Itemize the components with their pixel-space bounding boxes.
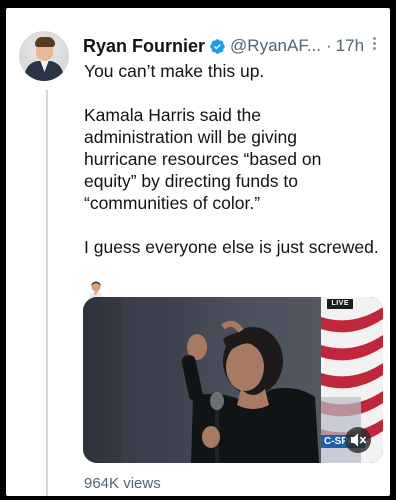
mute-icon[interactable] [345, 427, 371, 453]
verified-badge-icon [210, 38, 225, 54]
author-name[interactable]: Ryan Fournier [83, 36, 205, 57]
author-handle[interactable]: @RyanAF... [230, 36, 321, 56]
tweet-text-line: administration will be giving [84, 127, 298, 147]
thread-line [46, 90, 48, 496]
tweet-text-line: I guess everyone else is just screwed. [84, 237, 379, 257]
tweet-text-line: Kamala Harris said the [84, 105, 262, 125]
separator-dot: · [325, 36, 332, 55]
tweet-timestamp[interactable]: 17h [336, 36, 364, 56]
tweet-text-line: equity” by directing funds to [84, 171, 299, 191]
tweet-text-line: You can’t make this up. [84, 61, 265, 81]
tweet-header: Ryan Fournier @RyanAF... · 17h [83, 34, 381, 58]
tweet-text-line: “communities of color.” [84, 193, 261, 213]
tweet-card[interactable]: Ryan Fournier @RyanAF... · 17h You can’t… [6, 8, 390, 496]
tweet-text: You can’t make this up. Kamala Harris sa… [84, 60, 389, 258]
more-options-icon[interactable] [369, 35, 379, 55]
live-badge: LIVE [327, 299, 353, 309]
view-count: 964K views [84, 475, 161, 492]
video-player[interactable]: LIVE C-SPAN [83, 297, 383, 463]
tweet-text-line: hurricane resources “based on [84, 149, 322, 169]
avatar[interactable] [19, 31, 69, 81]
